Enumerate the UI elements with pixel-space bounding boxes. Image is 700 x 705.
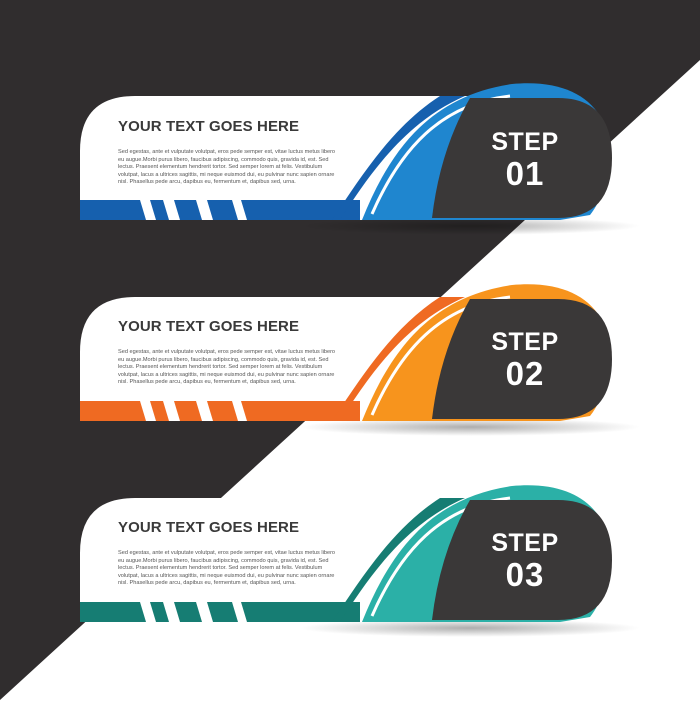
step-3-band-left [80, 602, 146, 622]
step-1-label: STEP 01 [465, 128, 585, 192]
step-3-body: Sed egestas, ante et vulputate volutpat,… [118, 550, 336, 587]
step-3-heading: YOUR TEXT GOES HERE [118, 519, 300, 536]
step-2-body: Sed egestas, ante et vulputate volutpat,… [118, 349, 336, 386]
step-1-text: YOUR TEXT GOES HERE Sed egestas, ante et… [118, 118, 340, 187]
step-2-text: YOUR TEXT GOES HERE Sed egestas, ante et… [118, 318, 340, 387]
step-2-band-left [80, 401, 146, 421]
step-3-text: YOUR TEXT GOES HERE Sed egestas, ante et… [118, 519, 340, 588]
step-2-number: 02 [505, 355, 545, 392]
background-art [0, 0, 700, 700]
step-3-word: STEP [491, 529, 559, 557]
step-2-label: STEP 02 [465, 328, 585, 392]
step-3-number: 03 [505, 556, 545, 593]
step-1-number: 01 [505, 155, 545, 192]
step-1-heading: YOUR TEXT GOES HERE [118, 118, 300, 135]
step-3-label: STEP 03 [465, 529, 585, 593]
infographic-canvas: YOUR TEXT GOES HERE Sed egestas, ante et… [0, 0, 700, 700]
step-1-word: STEP [491, 128, 559, 156]
step-2-heading: YOUR TEXT GOES HERE [118, 318, 300, 335]
step-1-body: Sed egestas, ante et vulputate volutpat,… [118, 149, 336, 186]
step-2-word: STEP [491, 328, 559, 356]
step-1-band-left [80, 200, 146, 220]
